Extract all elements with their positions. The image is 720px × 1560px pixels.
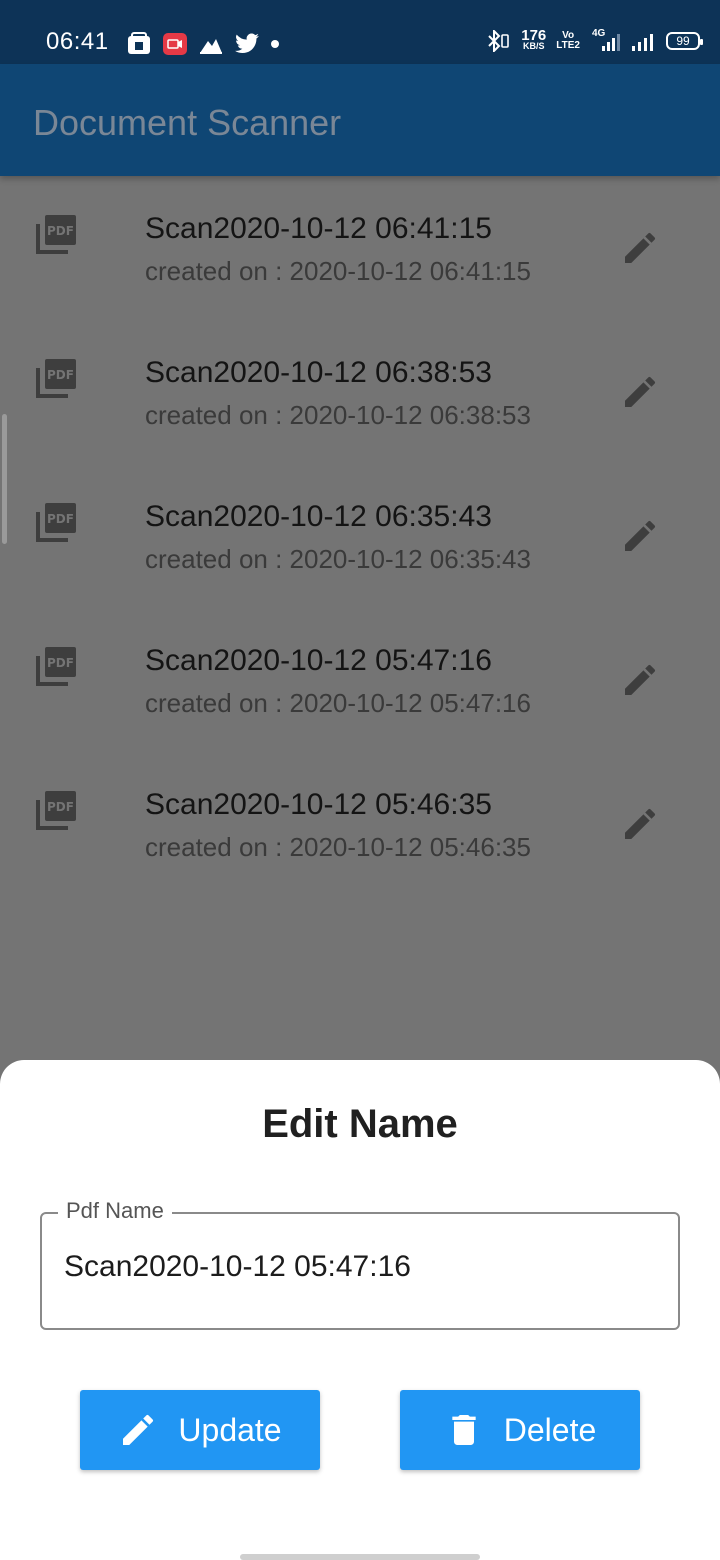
scrollbar[interactable] (2, 414, 7, 544)
pdf-name-input[interactable] (64, 1250, 654, 1284)
document-created: created on : 2020-10-12 05:46:35 (145, 832, 531, 862)
svg-text:PDF: PDF (47, 800, 74, 814)
svg-text:PDF: PDF (47, 224, 74, 238)
edit-icon[interactable] (620, 516, 660, 556)
battery-level: 99 (676, 34, 690, 48)
network-speed: 176 KB/S (521, 27, 547, 51)
update-label: Update (178, 1411, 282, 1448)
pdf-name-field[interactable]: Pdf Name (40, 1198, 680, 1330)
edit-name-sheet: Edit Name Pdf Name Update Delete (0, 1060, 720, 1560)
list-item[interactable]: PDF Scan2020-10-12 05:46:35 created on :… (0, 752, 720, 896)
network-speed-value: 176 (521, 27, 547, 44)
home-indicator[interactable] (240, 1554, 480, 1560)
delete-button[interactable]: Delete (400, 1390, 640, 1470)
app-title: Document Scanner (33, 102, 342, 143)
document-created: created on : 2020-10-12 06:41:15 (145, 256, 531, 286)
edit-icon[interactable] (620, 804, 660, 844)
pdf-icon: PDF (36, 790, 78, 830)
pdf-icon: PDF (36, 214, 78, 254)
document-name: Scan2020-10-12 06:35:43 (145, 500, 492, 533)
bluetooth-icon (485, 30, 511, 52)
edit-icon[interactable] (620, 228, 660, 268)
battery-icon: 99 (666, 32, 703, 50)
list-item[interactable]: PDF Scan2020-10-12 06:35:43 created on :… (0, 464, 720, 608)
trash-icon (444, 1410, 484, 1450)
document-created: created on : 2020-10-12 06:35:43 (145, 544, 531, 574)
pencil-icon (118, 1410, 158, 1450)
store-notification-icon (126, 32, 152, 56)
signal-icon (630, 30, 656, 52)
delete-label: Delete (503, 1411, 597, 1448)
document-name: Scan2020-10-12 06:38:53 (145, 356, 492, 389)
mountain-notification-icon (198, 33, 224, 55)
video-notification-icon (162, 32, 188, 56)
notification-icons (126, 32, 280, 56)
pdf-name-label: Pdf Name (58, 1198, 172, 1224)
more-notifications-dot-icon (270, 39, 280, 49)
status-bar: 06:41 176 KB/S Vo LTE2 4G 99 (0, 0, 720, 64)
document-created: created on : 2020-10-12 05:47:16 (145, 688, 531, 718)
app-bar: Document Scanner (0, 64, 720, 176)
list-item[interactable]: PDF Scan2020-10-12 05:47:16 created on :… (0, 608, 720, 752)
document-name: Scan2020-10-12 06:41:15 (145, 212, 492, 245)
document-name: Scan2020-10-12 05:47:16 (145, 644, 492, 677)
signal-4g-icon: 4G (590, 28, 620, 52)
pdf-icon: PDF (36, 358, 78, 398)
update-button[interactable]: Update (80, 1390, 320, 1470)
network-speed-unit: KB/S (523, 41, 545, 51)
volte-indicator: Vo LTE2 (556, 31, 580, 51)
svg-text:PDF: PDF (47, 512, 74, 526)
volte-bottom: LTE2 (556, 40, 580, 51)
pdf-icon: PDF (36, 502, 78, 542)
edit-icon[interactable] (620, 372, 660, 412)
document-created: created on : 2020-10-12 06:38:53 (145, 400, 531, 430)
sheet-title: Edit Name (262, 1102, 458, 1146)
twitter-icon (234, 33, 260, 55)
list-item[interactable]: PDF Scan2020-10-12 06:38:53 created on :… (0, 320, 720, 464)
document-list: PDF Scan2020-10-12 06:41:15 created on :… (0, 176, 720, 896)
edit-icon[interactable] (620, 660, 660, 700)
status-time: 06:41 (46, 28, 109, 55)
network-type: 4G (592, 28, 606, 39)
list-item[interactable]: PDF Scan2020-10-12 06:41:15 created on :… (0, 176, 720, 320)
svg-text:PDF: PDF (47, 656, 74, 670)
document-name: Scan2020-10-12 05:46:35 (145, 788, 492, 821)
pdf-icon: PDF (36, 646, 78, 686)
system-status-icons: 176 KB/S Vo LTE2 4G 99 (485, 27, 703, 52)
svg-text:PDF: PDF (47, 368, 74, 382)
